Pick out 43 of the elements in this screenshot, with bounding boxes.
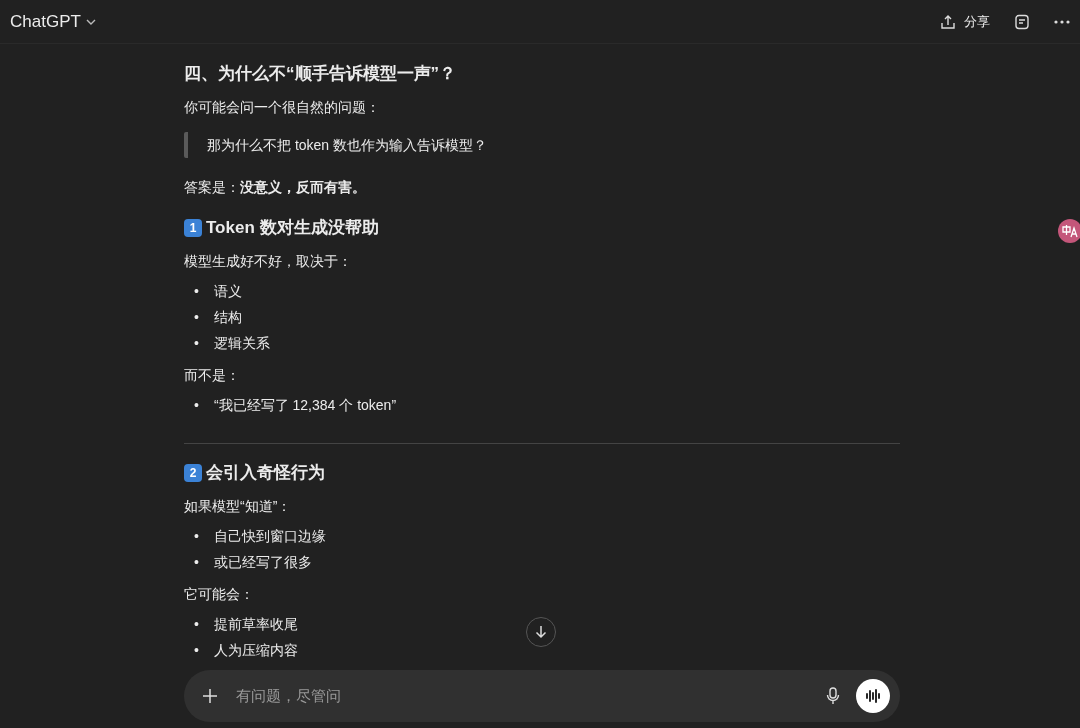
paragraph: 你可能会问一个很自然的问题： xyxy=(184,98,381,117)
list-item: 自己快到窗口边缘 xyxy=(214,527,326,546)
paragraph: 而不是： xyxy=(184,366,241,385)
translate-icon[interactable] xyxy=(1058,219,1080,243)
list-item: 结构 xyxy=(214,308,242,327)
paragraph: 如果模型“知道”： xyxy=(184,497,293,516)
voice-mode-button[interactable] xyxy=(856,679,890,713)
bullet: • xyxy=(194,282,200,301)
blockquote: 那为什么不把 token 数也作为输入告诉模型？ xyxy=(184,132,900,158)
composer-bar[interactable]: 有问题，尽管问 xyxy=(184,670,900,722)
list-item: 提前草率收尾 xyxy=(214,615,298,634)
bullet: • xyxy=(194,553,200,572)
list-item: 或已经写了很多 xyxy=(214,553,312,572)
list-item: 人为压缩内容 xyxy=(214,641,298,660)
model-selector[interactable]: ChatGPT xyxy=(10,8,97,35)
scroll-down-button[interactable] xyxy=(526,617,556,647)
bullet: • xyxy=(194,615,200,634)
list-item: 语义 xyxy=(214,282,242,301)
bullet: • xyxy=(194,396,200,415)
plus-icon[interactable] xyxy=(202,688,218,704)
chevron-down-icon xyxy=(84,17,97,26)
number-badge: 2 xyxy=(184,464,202,482)
note-icon xyxy=(1014,14,1030,31)
bullet: • xyxy=(194,308,200,327)
message-input[interactable]: 有问题，尽管问 xyxy=(234,683,810,709)
bullet: • xyxy=(194,334,200,353)
list-item: “我已经写了 12,384 个 token” xyxy=(214,396,397,415)
paragraph: 它可能会： xyxy=(184,585,255,604)
number-badge: 1 xyxy=(184,219,202,237)
bullet: • xyxy=(194,641,200,660)
more-icon xyxy=(1054,20,1070,25)
bullet: • xyxy=(194,527,200,546)
share-button[interactable]: 分享 xyxy=(940,11,990,32)
list-item: 逻辑关系 xyxy=(214,334,270,353)
microphone-icon[interactable] xyxy=(826,687,840,705)
arrow-down-icon xyxy=(534,625,548,639)
section-heading: Token 数对生成没帮助 xyxy=(206,217,379,239)
paragraph: 答案是：没意义，反而有害。 xyxy=(184,178,367,197)
paragraph: 模型生成好不好，取决于： xyxy=(184,252,353,271)
share-icon xyxy=(940,13,956,30)
waveform-icon xyxy=(865,689,881,703)
section-heading: 会引入奇怪行为 xyxy=(206,462,325,484)
section-heading: 四、为什么不“顺手告诉模型一声”？ xyxy=(184,63,456,85)
